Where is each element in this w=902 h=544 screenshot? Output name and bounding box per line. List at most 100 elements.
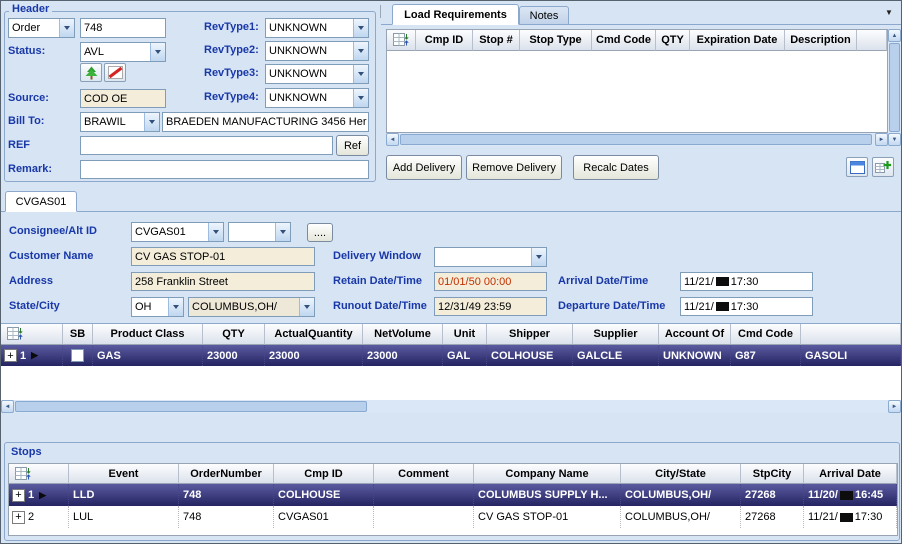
revtype2-combo[interactable]: UNKNOWN [265, 41, 369, 61]
revtype2-label: RevType2: [204, 44, 259, 56]
stop-row[interactable]: + 2 LUL 748 CVGAS01 CV GAS STOP-01 COLUM… [9, 506, 897, 528]
billto-name-field[interactable]: BRAEDEN MANUFACTURING 3456 Her [162, 112, 369, 132]
cell-cmp-id: CVGAS01 [274, 506, 374, 528]
column-header[interactable]: Cmp ID [416, 30, 473, 51]
add-grid-button[interactable] [872, 157, 894, 177]
column-header[interactable]: Event [69, 464, 179, 484]
dropdown-arrow-icon[interactable] [275, 223, 290, 241]
window-button[interactable] [846, 157, 868, 177]
dropdown-arrow-icon[interactable] [353, 19, 368, 37]
column-header[interactable]: Cmp ID [274, 464, 374, 484]
dropdown-arrow-icon[interactable] [168, 298, 183, 316]
column-header[interactable]: SB [63, 324, 93, 345]
state-combo[interactable]: OH [131, 297, 184, 317]
load-requirements-grid: Cmp ID Stop # Stop Type Cmd Code QTY Exp… [386, 29, 888, 133]
hscrollbar-thumb[interactable] [15, 401, 367, 412]
tab-notes[interactable]: Notes [519, 6, 569, 24]
scroll-down-icon[interactable]: ▼ [888, 133, 901, 146]
cell-supplier: GALCLE [573, 345, 659, 366]
column-header[interactable]: Shipper [487, 324, 573, 345]
dropdown-arrow-icon[interactable] [299, 298, 314, 316]
column-header[interactable]: City/State [621, 464, 741, 484]
scroll-left-icon[interactable]: ◄ [1, 400, 14, 413]
grid-settings-icon-button[interactable] [9, 464, 69, 484]
revtype1-combo[interactable]: UNKNOWN [265, 18, 369, 38]
dropdown-arrow-icon[interactable] [144, 113, 159, 131]
ref-field[interactable] [80, 136, 333, 155]
cell-arrival-date: 11/21/ 17:30 [804, 506, 897, 528]
hscrollbar-thumb[interactable] [400, 134, 872, 145]
remove-delivery-button[interactable]: Remove Delivery [466, 155, 562, 180]
scroll-right-icon[interactable]: ► [875, 133, 888, 146]
load-req-hscrollbar[interactable]: ◄ ► [386, 133, 888, 146]
column-header[interactable]: Cmd Code [592, 30, 656, 51]
column-header[interactable]: Comment [374, 464, 474, 484]
revtype3-combo[interactable]: UNKNOWN [265, 64, 369, 84]
column-header[interactable]: Account Of [659, 324, 731, 345]
column-header[interactable]: Description [785, 30, 857, 51]
column-header[interactable]: Cmd Code [731, 324, 801, 345]
ref-button[interactable]: Ref [336, 135, 369, 156]
scroll-right-icon[interactable]: ► [888, 400, 901, 413]
green-tree-icon [84, 66, 99, 80]
tab-load-requirements[interactable]: Load Requirements [392, 4, 519, 25]
grid-settings-icon-button[interactable] [387, 30, 416, 51]
revtype4-combo[interactable]: UNKNOWN [265, 88, 369, 108]
column-header[interactable]: Stop # [473, 30, 520, 51]
remark-field[interactable] [80, 160, 369, 179]
load-req-vscrollbar[interactable]: ▲ ▼ [888, 29, 901, 146]
order-number-field[interactable]: 748 [80, 18, 166, 38]
column-header[interactable]: Company Name [474, 464, 621, 484]
column-header[interactable]: Arrival Date [804, 464, 897, 484]
column-header[interactable]: ActualQuantity [265, 324, 363, 345]
column-header[interactable]: NetVolume [363, 324, 443, 345]
column-header[interactable]: Supplier [573, 324, 659, 345]
dropdown-arrow-icon[interactable] [353, 42, 368, 60]
column-header[interactable]: Expiration Date [690, 30, 785, 51]
column-header[interactable]: Product Class [93, 324, 203, 345]
tab-list-dropdown-icon[interactable]: ▼ [885, 8, 893, 17]
status-combo[interactable]: AVL [80, 42, 166, 62]
product-row[interactable]: + 1 ▶ GAS 23000 23000 23000 GAL COLHOUSE… [1, 345, 901, 366]
cell-event: LUL [69, 506, 179, 528]
vscrollbar-thumb[interactable] [889, 43, 900, 132]
scroll-up-icon[interactable]: ▲ [888, 29, 901, 42]
city-combo[interactable]: COLUMBUS,OH/ [188, 297, 315, 317]
tree-button[interactable] [80, 63, 102, 82]
consignee-altid-combo[interactable]: CVGAS01 [131, 222, 224, 242]
column-header[interactable]: StpCity [741, 464, 804, 484]
products-hscrollbar[interactable]: ◄ ► [1, 400, 901, 413]
more-button[interactable]: .... [307, 223, 333, 242]
dropdown-arrow-icon[interactable] [59, 19, 74, 37]
current-row-arrow-icon: ▶ [31, 350, 38, 361]
dropdown-arrow-icon[interactable] [531, 248, 546, 266]
add-delivery-button[interactable]: Add Delivery [386, 155, 462, 180]
tab-consignee[interactable]: CVGAS01 [5, 191, 77, 212]
column-header[interactable]: OrderNumber [179, 464, 274, 484]
red-slash-button[interactable] [104, 63, 126, 82]
expand-row-button[interactable]: + [4, 349, 17, 362]
order-type-combo[interactable]: Order [8, 18, 75, 38]
scroll-left-icon[interactable]: ◄ [386, 133, 399, 146]
departure-field[interactable]: 11/21/ 17:30 [680, 297, 813, 316]
sb-checkbox[interactable] [71, 349, 84, 362]
column-header[interactable]: Unit [443, 324, 487, 345]
dropdown-arrow-icon[interactable] [208, 223, 223, 241]
expand-row-button[interactable]: + [12, 511, 25, 524]
delivery-window-combo[interactable] [434, 247, 547, 267]
consignee-altid2-combo[interactable] [228, 222, 291, 242]
stop-row[interactable]: + 1 ▶ LLD 748 COLHOUSE COLUMBUS SUPPLY H… [9, 484, 897, 506]
dropdown-arrow-icon[interactable] [353, 65, 368, 83]
column-header[interactable]: QTY [203, 324, 265, 345]
expand-row-button[interactable]: + [12, 489, 25, 502]
dropdown-arrow-icon[interactable] [353, 89, 368, 107]
grid-settings-icon-button[interactable] [1, 324, 63, 345]
column-header[interactable]: Stop Type [520, 30, 592, 51]
dropdown-arrow-icon[interactable] [150, 43, 165, 61]
billto-combo[interactable]: BRAWIL [80, 112, 160, 132]
remark-label: Remark: [8, 163, 52, 175]
recalc-dates-button[interactable]: Recalc Dates [573, 155, 659, 180]
column-header[interactable]: QTY [656, 30, 690, 51]
arrival-field[interactable]: 11/21/ 17:30 [680, 272, 813, 291]
redaction-box [716, 302, 729, 311]
